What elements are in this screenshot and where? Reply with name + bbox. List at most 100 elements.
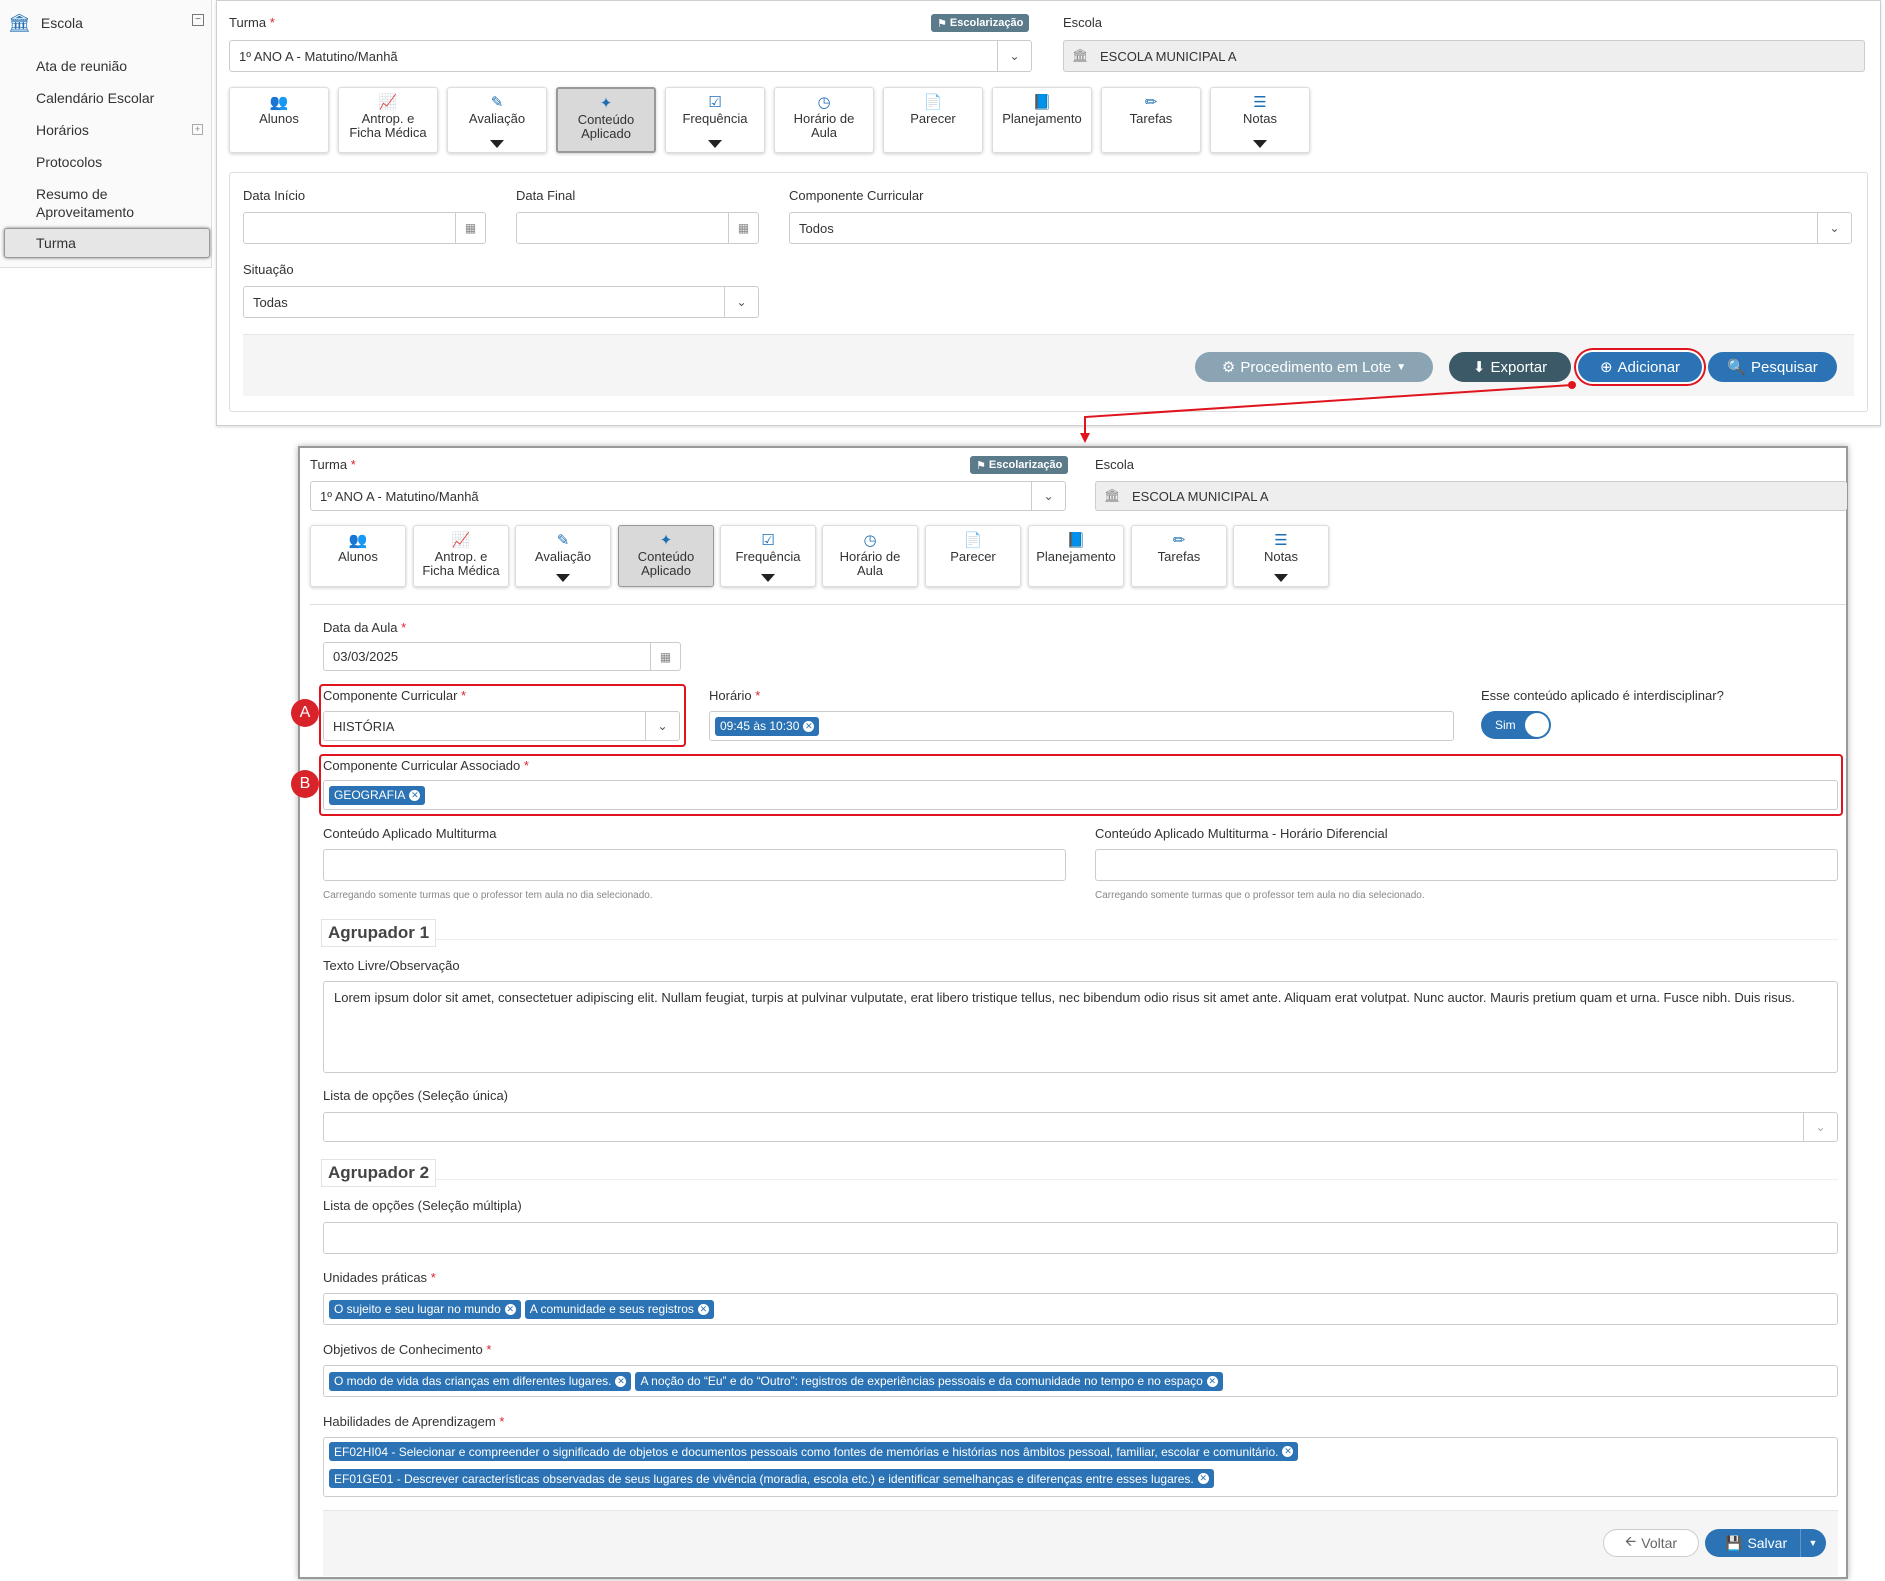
sidebar-item-horarios[interactable]: Horários [36, 121, 89, 139]
calendar-icon[interactable]: ▦ [455, 213, 485, 243]
tab-planejamento[interactable]: 📘 Planejamento [1028, 525, 1124, 587]
data-final-label: Data Final [516, 188, 576, 203]
agrupador-1-title: Agrupador 1 [321, 919, 437, 947]
turma-label: Turma * [310, 457, 356, 472]
list-icon: ☰ [1253, 94, 1267, 111]
tab-alunos[interactable]: 👥 Alunos [229, 87, 329, 153]
associado-chip[interactable]: GEOGRAFIA ✕ [329, 785, 426, 805]
tab-frequencia[interactable]: ☑ Frequência [720, 525, 816, 587]
sidebar-item-protocolos[interactable]: Protocolos [36, 153, 102, 171]
escola-label: Escola [1063, 15, 1103, 30]
turma-select[interactable]: 1º ANO A - Matutino/Manhã ⌄ [229, 40, 1032, 72]
data-aula-value: 03/03/2025 [333, 649, 399, 664]
multiturma-input[interactable] [323, 849, 1066, 881]
tab-notas[interactable]: ☰ Notas [1233, 525, 1329, 587]
escola-value: ESCOLA MUNICIPAL A [1132, 488, 1269, 504]
close-icon[interactable]: ✕ [1206, 1375, 1218, 1387]
habilidade-chip[interactable]: EF01GE01 - Descrever características obs… [329, 1469, 1214, 1488]
data-final-input[interactable]: ▦ [516, 212, 759, 244]
componente-select[interactable]: HISTÓRIA ⌄ [323, 711, 680, 741]
tab-antrop[interactable]: 📈 Antrop. e Ficha Médica [338, 87, 438, 153]
tab-conteudo-aplicado[interactable]: ✦ Conteúdo Aplicado [618, 525, 714, 587]
situacao-select[interactable]: Todas ⌄ [243, 286, 759, 318]
close-icon[interactable]: ✕ [1197, 1473, 1209, 1484]
caret-down-icon [1253, 140, 1267, 148]
tab-conteudo-aplicado[interactable]: ✦ Conteúdo Aplicado [556, 87, 656, 153]
tab-tarefas[interactable]: ✏ Tarefas [1131, 525, 1227, 587]
multiturma-hint: Carregando somente turmas que o professo… [323, 890, 653, 901]
tab-antrop[interactable]: 📈 Antrop. e Ficha Médica [413, 525, 509, 587]
unidade-chip[interactable]: O sujeito e seu lugar no mundo ✕ [329, 1299, 521, 1319]
lista-unica-select[interactable]: ⌄ [323, 1112, 1838, 1142]
data-inicio-input[interactable]: ▦ [243, 212, 486, 244]
sidebar: 🏛 Escola − Ata de reunião Calendário Esc… [0, 0, 212, 268]
tab-label: Notas [1243, 111, 1277, 126]
users-icon: 👥 [348, 532, 368, 549]
multiturma-hd-input[interactable] [1095, 849, 1838, 881]
connector-arrow [1080, 381, 1576, 443]
close-icon[interactable]: ✕ [409, 789, 421, 801]
calendar-icon[interactable]: ▦ [728, 213, 758, 243]
bank-icon: 🏛 [8, 12, 31, 33]
escola-field: 🏛 ESCOLA MUNICIPAL A [1095, 481, 1847, 511]
tab-frequencia[interactable]: ☑ Frequência [665, 87, 765, 153]
close-icon[interactable]: ✕ [615, 1375, 627, 1387]
texto-textarea[interactable]: Lorem ipsum dolor sit amet, consectetuer… [323, 981, 1838, 1073]
tab-avaliacao[interactable]: ✎ Avaliação [447, 87, 547, 153]
sidebar-item-resumo[interactable]: Resumo de Aproveitamento [36, 185, 176, 221]
tab-alunos[interactable]: 👥 Alunos [310, 525, 406, 587]
tab-tarefas[interactable]: ✏ Tarefas [1101, 87, 1201, 153]
expand-icon[interactable]: + [192, 124, 203, 135]
habilidades-select[interactable]: EF02HI04 - Selecionar e compreender o si… [323, 1437, 1838, 1497]
unidade-chip[interactable]: A comunidade e seus registros ✕ [524, 1299, 714, 1319]
componente-select[interactable]: Todos ⌄ [789, 212, 1852, 244]
pesquisar-button[interactable]: 🔍 Pesquisar [1708, 352, 1837, 382]
close-icon[interactable]: ✕ [803, 720, 815, 732]
bank-icon: 🏛 [1104, 488, 1121, 503]
close-icon[interactable]: ✕ [504, 1303, 516, 1315]
tab-avaliacao[interactable]: ✎ Avaliação [515, 525, 611, 587]
tab-label: Avaliação [534, 549, 592, 564]
turma-select[interactable]: 1º ANO A - Matutino/Manhã ⌄ [310, 481, 1066, 511]
tab-parecer[interactable]: 📄 Parecer [925, 525, 1021, 587]
adicionar-button[interactable]: ⊕ Adicionar [1578, 352, 1702, 382]
caret-down-icon [708, 140, 722, 148]
componente-label: Componente Curricular [789, 188, 924, 203]
bank-icon: 🏛 [1072, 48, 1089, 63]
objetivos-select[interactable]: O modo de vida das crianças em diferente… [323, 1365, 1838, 1397]
horario-select[interactable]: 09:45 às 10:30 ✕ [709, 711, 1454, 741]
voltar-button[interactable]: 🡨 Voltar [1603, 1529, 1699, 1557]
sidebar-item-turma[interactable]: Turma [4, 228, 210, 258]
objetivo-chip[interactable]: A noção do “Eu” e do “Outro”: registros … [635, 1371, 1223, 1391]
divider [323, 1179, 1838, 1180]
collapse-icon[interactable]: − [192, 14, 204, 26]
associado-select[interactable]: GEOGRAFIA ✕ [323, 780, 1838, 810]
tab-horario[interactable]: ◷ Horário de Aula [822, 525, 918, 587]
tab-horario[interactable]: ◷ Horário de Aula [774, 87, 874, 153]
situacao-value: Todas [253, 294, 288, 310]
tab-label: Tarefas [1129, 111, 1173, 126]
divider [310, 604, 1846, 605]
tab-planejamento[interactable]: 📘 Planejamento [992, 87, 1092, 153]
sidebar-item-ata[interactable]: Ata de reunião [36, 57, 127, 75]
horario-chip[interactable]: 09:45 às 10:30 ✕ [715, 716, 820, 736]
calendar-icon[interactable]: ▦ [650, 643, 680, 670]
data-aula-input[interactable]: 03/03/2025 ▦ [323, 642, 681, 671]
lista-multipla-select[interactable] [323, 1222, 1838, 1254]
close-icon[interactable]: ✕ [1282, 1446, 1294, 1457]
objetivo-chip[interactable]: O modo de vida das crianças em diferente… [329, 1371, 632, 1391]
sidebar-item-calendario[interactable]: Calendário Escolar [36, 89, 154, 107]
chevron-down-icon: ⌄ [1031, 482, 1065, 510]
tab-parecer[interactable]: 📄 Parecer [883, 87, 983, 153]
interdisciplinar-toggle[interactable]: Sim [1481, 711, 1551, 739]
tab-notas[interactable]: ☰ Notas [1210, 87, 1310, 153]
tab-label: Alunos [338, 549, 378, 564]
habilidade-chip[interactable]: EF02HI04 - Selecionar e compreender o si… [329, 1442, 1299, 1461]
unidades-select[interactable]: O sujeito e seu lugar no mundo ✕ A comuni… [323, 1293, 1838, 1325]
caret-down-icon[interactable]: ▼ [1804, 1535, 1822, 1551]
pencil-icon: ✏ [1172, 532, 1186, 549]
close-icon[interactable]: ✕ [697, 1303, 709, 1315]
split-divider [1800, 1529, 1801, 1557]
tab-label: Frequência [682, 111, 748, 126]
sidebar-header[interactable]: 🏛 Escola − [8, 10, 208, 36]
